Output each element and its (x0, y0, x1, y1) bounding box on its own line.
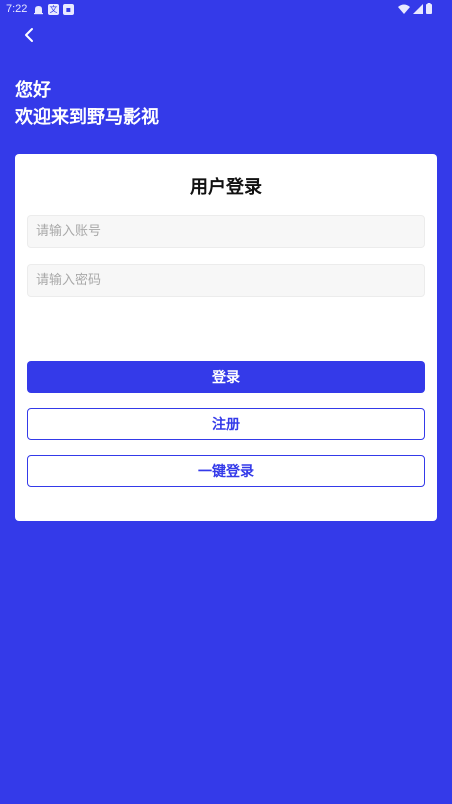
login-button[interactable]: 登录 (27, 361, 425, 393)
login-card: 用户登录 登录 注册 一键登录 (15, 154, 437, 521)
greeting: 您好 欢迎来到野马影视 (15, 77, 159, 131)
quick-login-button[interactable]: 一键登录 (27, 455, 425, 487)
greeting-line-1: 您好 (15, 80, 51, 101)
login-title: 用户登录 (190, 177, 262, 198)
chevron-left-icon (22, 27, 36, 47)
translate-icon: 文 (48, 4, 59, 15)
status-icons-left: 文 ▪ (33, 4, 74, 18)
app-icon: ▪ (63, 4, 74, 15)
password-input[interactable] (27, 264, 425, 297)
battery-icon (426, 3, 432, 17)
back-button[interactable] (16, 24, 42, 50)
register-button[interactable]: 注册 (27, 408, 425, 440)
status-bar: 7:22 文 ▪ (0, 0, 452, 20)
status-time: 7:22 (6, 3, 28, 15)
account-input[interactable] (27, 215, 425, 248)
notification-icon (33, 4, 44, 18)
signal-icon (413, 3, 423, 17)
greeting-line-2: 欢迎来到野马影视 (15, 107, 159, 128)
status-icons-right (398, 3, 432, 17)
wifi-icon (398, 4, 410, 17)
